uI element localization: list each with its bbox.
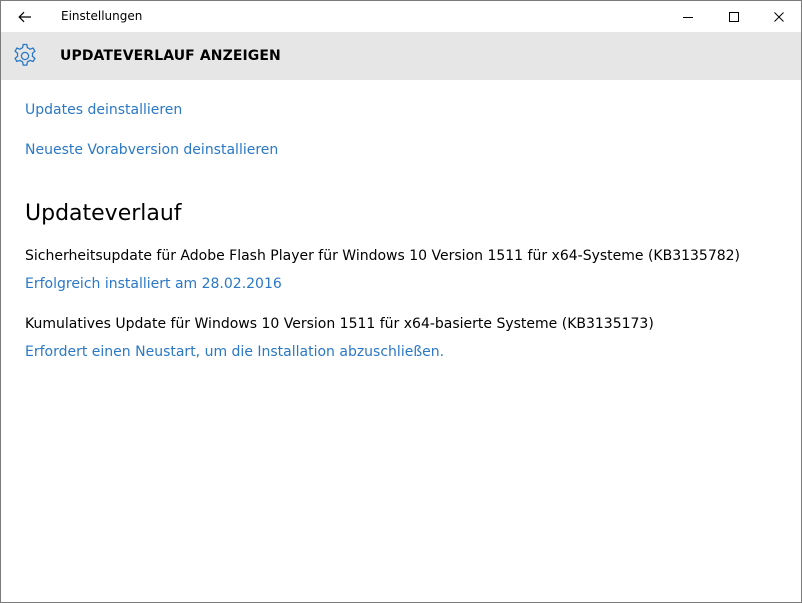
uninstall-preview-link[interactable]: Neueste Vorabversion deinstallieren [25,142,278,158]
page-header: UPDATEVERLAUF ANZEIGEN [1,32,801,80]
minimize-icon [683,16,693,18]
settings-window: Einstellungen UPDATEVERLAUF ANZEIGEN Upd… [0,0,802,603]
update-entry-status-link[interactable]: Erfolgreich installiert am 28.02.2016 [25,276,282,292]
close-button[interactable] [756,1,801,32]
minimize-button[interactable] [665,1,711,32]
maximize-icon [729,11,739,22]
maximize-button[interactable] [711,1,757,32]
page-title: UPDATEVERLAUF ANZEIGEN [60,48,281,64]
gear-icon [14,43,36,66]
update-entry-name: Sicherheitsupdate für Adobe Flash Player… [25,248,741,264]
update-entry-name: Kumulatives Update für Windows 10 Versio… [25,316,654,332]
back-button[interactable] [1,1,49,32]
back-arrow-icon [18,11,31,22]
app-title: Einstellungen [61,9,143,23]
history-heading: Updateverlauf [25,201,182,226]
update-entry-status-link[interactable]: Erfordert einen Neustart, um die Install… [25,344,444,360]
title-bar: Einstellungen [1,1,801,32]
close-icon [774,11,784,22]
uninstall-updates-link[interactable]: Updates deinstallieren [25,102,182,118]
